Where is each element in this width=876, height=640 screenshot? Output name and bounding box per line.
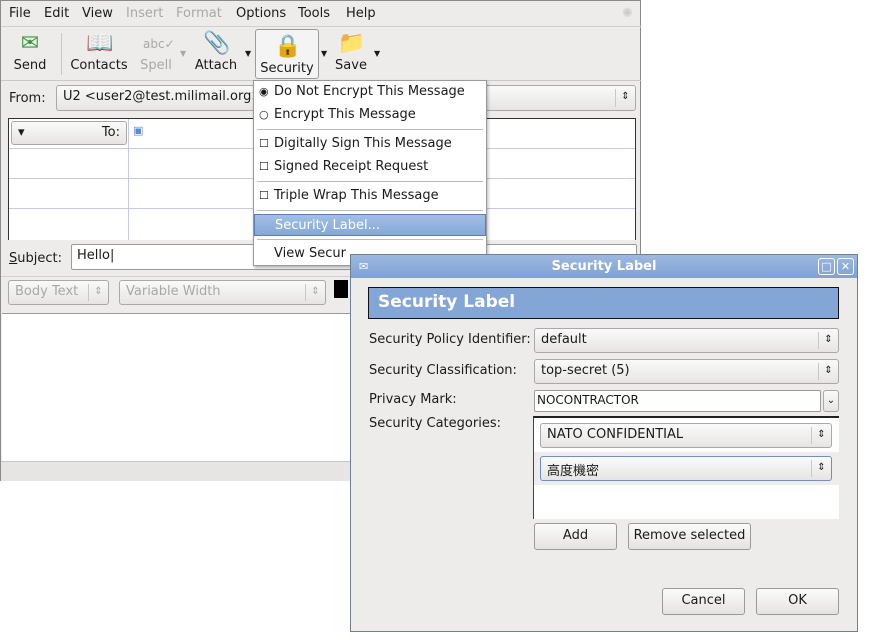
contact-card-icon: ▣ xyxy=(133,124,144,137)
checkbox-icon: ☐ xyxy=(259,189,269,202)
security-label-dialog: ✉ Security Label □ ✕ Security Label Secu… xyxy=(350,254,858,632)
app-icon: ✉ xyxy=(359,260,369,273)
save-dropdown-icon[interactable]: ▼ xyxy=(374,49,380,58)
maximize-icon[interactable]: □ xyxy=(818,258,835,275)
spellcheck-icon: abc✓ xyxy=(143,37,175,51)
attach-button[interactable]: 📎 Attach xyxy=(191,27,241,79)
category-value: 高度機密 xyxy=(547,464,600,479)
menu-item-label: Signed Receipt Request xyxy=(274,159,429,174)
ok-button[interactable]: OK xyxy=(756,588,839,615)
category-select[interactable]: 高度機密 ⇕ xyxy=(540,456,832,481)
attach-label: Attach xyxy=(194,58,238,73)
categories-label: Security Categories: xyxy=(369,416,501,431)
font-value: Variable Width xyxy=(126,284,221,299)
save-button[interactable]: 📁 Save xyxy=(333,27,369,79)
contacts-label: Contacts xyxy=(70,58,128,73)
security-menu: ◉ Do Not Encrypt This Message ○ Encrypt Th… xyxy=(253,80,487,266)
remove-selected-button[interactable]: Remove selected xyxy=(628,523,751,550)
pin-icon: ▾ xyxy=(18,125,25,140)
dialog-title: Security Label xyxy=(551,259,657,274)
policy-label: Security Policy Identifier: xyxy=(369,332,531,347)
security-label: Security xyxy=(260,61,314,76)
spinner-icon: ⇕ xyxy=(615,89,635,107)
spinner-icon: ⇕ xyxy=(305,284,325,301)
throbber-icon: ✺ xyxy=(622,6,633,21)
menu-file[interactable]: File xyxy=(9,6,31,21)
classification-label: Security Classification: xyxy=(369,363,517,378)
menu-item-encrypt[interactable]: ○ Encrypt This Message xyxy=(254,104,486,126)
text-color-button[interactable] xyxy=(334,280,348,298)
privacy-label: Privacy Mark: xyxy=(369,392,457,407)
menu-item-do-not-encrypt[interactable]: ◉ Do Not Encrypt This Message xyxy=(254,81,486,103)
spell-label: Spell xyxy=(140,58,172,73)
menu-item-label: Do Not Encrypt This Message xyxy=(274,84,465,99)
radio-unchecked-icon: ○ xyxy=(259,108,269,121)
subject-label: Subject: xyxy=(9,251,62,266)
dialog-header: Security Label xyxy=(368,287,839,319)
menu-edit[interactable]: Edit xyxy=(44,6,69,21)
menu-item-label: View Secur xyxy=(274,246,346,261)
address-book-icon: 📖 xyxy=(86,31,114,56)
send-icon: ✉ xyxy=(20,31,40,56)
category-select[interactable]: NATO CONFIDENTIAL ⇕ xyxy=(540,423,832,448)
spell-dropdown-icon[interactable]: ▼ xyxy=(180,49,186,58)
address-type-value: To: xyxy=(101,125,120,140)
save-folder-icon: 📁 xyxy=(338,31,366,56)
menu-item-signed-receipt[interactable]: ☐ Signed Receipt Request xyxy=(254,156,486,178)
menu-item-label: Security Label... xyxy=(275,218,380,233)
privacy-value: NOCONTRACTOR xyxy=(537,393,639,407)
contacts-button[interactable]: 📖 Contacts xyxy=(67,27,131,79)
security-button[interactable]: 🔒 Security xyxy=(255,29,319,79)
category-value: NATO CONFIDENTIAL xyxy=(547,427,684,442)
spinner-icon: ⇕ xyxy=(811,460,831,477)
menu-item-sign[interactable]: ☐ Digitally Sign This Message xyxy=(254,133,486,155)
attach-dropdown-icon[interactable]: ▼ xyxy=(245,49,251,58)
menu-item-triple-wrap[interactable]: ☐ Triple Wrap This Message xyxy=(254,185,486,207)
checkbox-icon: ☐ xyxy=(259,160,269,173)
from-value: U2 <user2@test.milimail.org> xyxy=(63,89,263,104)
privacy-mark-input[interactable]: NOCONTRACTOR xyxy=(534,390,821,412)
policy-select[interactable]: default ⇕ xyxy=(534,328,839,353)
spell-button[interactable]: abc✓ Spell xyxy=(135,27,177,79)
padlock-icon: 🔒 xyxy=(274,34,302,59)
save-label: Save xyxy=(335,58,367,73)
add-button[interactable]: Add xyxy=(534,523,617,550)
classification-value: top-secret (5) xyxy=(541,363,630,378)
menu-item-label: Triple Wrap This Message xyxy=(274,188,439,203)
categories-list[interactable]: NATO CONFIDENTIAL ⇕ 高度機密 ⇕ xyxy=(533,416,839,519)
spinner-icon: ⇕ xyxy=(811,427,831,444)
menu-item-label: Encrypt This Message xyxy=(274,107,416,122)
address-type-select[interactable]: ▾ To: xyxy=(11,121,127,145)
spinner-icon: ⇕ xyxy=(818,332,838,349)
spinner-icon: ⇕ xyxy=(88,284,108,301)
close-icon[interactable]: ✕ xyxy=(837,258,854,275)
dialog-titlebar[interactable]: ✉ Security Label □ ✕ xyxy=(351,255,857,278)
menu-format[interactable]: Format xyxy=(176,6,222,21)
menu-item-security-label[interactable]: Security Label... xyxy=(254,214,486,236)
security-dropdown-icon[interactable]: ▼ xyxy=(321,49,327,58)
menu-item-label: Digitally Sign This Message xyxy=(274,136,452,151)
privacy-dropdown-button[interactable]: ⌄ xyxy=(823,390,839,412)
paragraph-format-select[interactable]: Body Text ⇕ xyxy=(8,280,109,305)
spinner-icon: ⇕ xyxy=(818,363,838,380)
menu-view[interactable]: View xyxy=(82,6,113,21)
classification-select[interactable]: top-secret (5) ⇕ xyxy=(534,359,839,384)
menu-options[interactable]: Options xyxy=(236,6,286,21)
paragraph-format-value: Body Text xyxy=(15,284,79,299)
menu-insert[interactable]: Insert xyxy=(126,6,163,21)
send-label: Send xyxy=(13,58,47,73)
from-label: From: xyxy=(9,91,46,106)
checkbox-icon: ☐ xyxy=(259,137,269,150)
subject-value: Hello xyxy=(77,248,110,263)
cancel-button[interactable]: Cancel xyxy=(662,588,745,615)
menu-help[interactable]: Help xyxy=(346,6,376,21)
radio-checked-icon: ◉ xyxy=(259,85,269,98)
paperclip-icon: 📎 xyxy=(203,31,231,56)
menu-tools[interactable]: Tools xyxy=(298,6,330,21)
send-button[interactable]: ✉ Send xyxy=(5,27,55,79)
policy-value: default xyxy=(541,332,587,347)
chevron-down-icon: ⌄ xyxy=(826,395,836,406)
font-select[interactable]: Variable Width ⇕ xyxy=(119,280,326,305)
